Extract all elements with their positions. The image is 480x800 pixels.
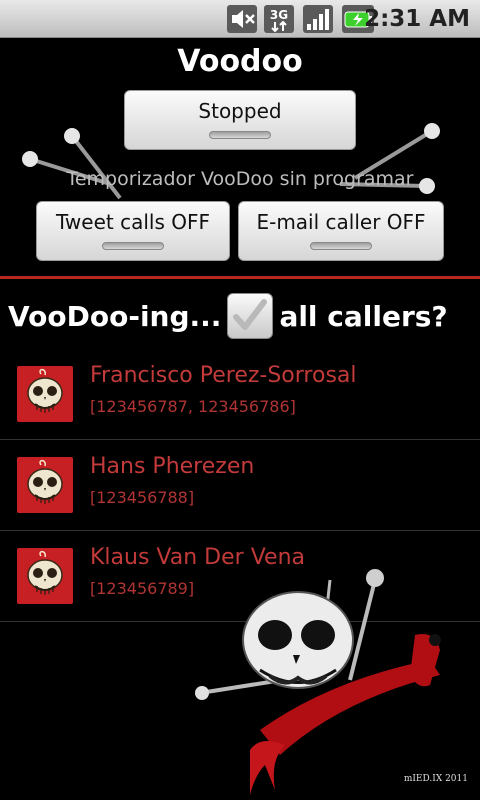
status-bar: 3G 2:31 AM — [0, 0, 480, 38]
caller-name: Hans Pherezen — [90, 454, 255, 479]
tweet-calls-label: Tweet calls OFF — [56, 210, 210, 234]
toggle-indicator-icon — [102, 242, 164, 250]
artist-signature: mIED.IX 2011 — [403, 774, 468, 784]
avatar — [17, 366, 73, 422]
avatar — [17, 548, 73, 604]
header: Voodoo Stopped Temporizador VooDoo sin p… — [0, 38, 480, 276]
page-title: Voodoo — [177, 44, 303, 79]
all-callers-row: VooDoo-ing... all callers? — [8, 293, 448, 339]
list-item[interactable]: Francisco Perez-Sorrosal [123456787, 123… — [0, 349, 480, 440]
3g-icon: 3G — [264, 5, 294, 33]
toggle-indicator-icon — [209, 131, 271, 139]
question-prefix: VooDoo-ing... — [8, 299, 222, 333]
voodoo-skull-icon — [27, 368, 63, 413]
status-toggle-label: Stopped — [198, 99, 282, 123]
email-caller-label: E-mail caller OFF — [256, 210, 426, 234]
voodoo-skull-icon — [27, 550, 63, 595]
svg-text:3G: 3G — [270, 8, 288, 22]
voodoo-skull-icon — [27, 459, 63, 504]
avatar — [17, 457, 73, 513]
caller-numbers: [123456789] — [90, 579, 195, 598]
toggle-indicator-icon — [310, 242, 372, 250]
clock: 2:31 AM — [364, 6, 470, 32]
checkmark-icon — [233, 299, 268, 330]
signal-icon — [303, 5, 333, 33]
email-caller-button[interactable]: E-mail caller OFF — [238, 201, 444, 261]
question-suffix: all callers? — [279, 299, 448, 333]
tweet-calls-button[interactable]: Tweet calls OFF — [36, 201, 230, 261]
timer-status-text: Temporizador VooDoo sin programar — [66, 168, 414, 190]
mute-icon — [227, 5, 257, 33]
divider — [0, 276, 480, 279]
caller-numbers: [123456788] — [90, 488, 195, 507]
caller-numbers: [123456787, 123456786] — [90, 397, 296, 416]
all-callers-checkbox[interactable] — [227, 293, 274, 339]
caller-name: Francisco Perez-Sorrosal — [90, 363, 357, 388]
voodoo-doll-illustration-icon — [195, 569, 441, 795]
list-item[interactable]: Hans Pherezen [123456788] — [0, 440, 480, 531]
status-toggle-button[interactable]: Stopped — [124, 90, 356, 150]
